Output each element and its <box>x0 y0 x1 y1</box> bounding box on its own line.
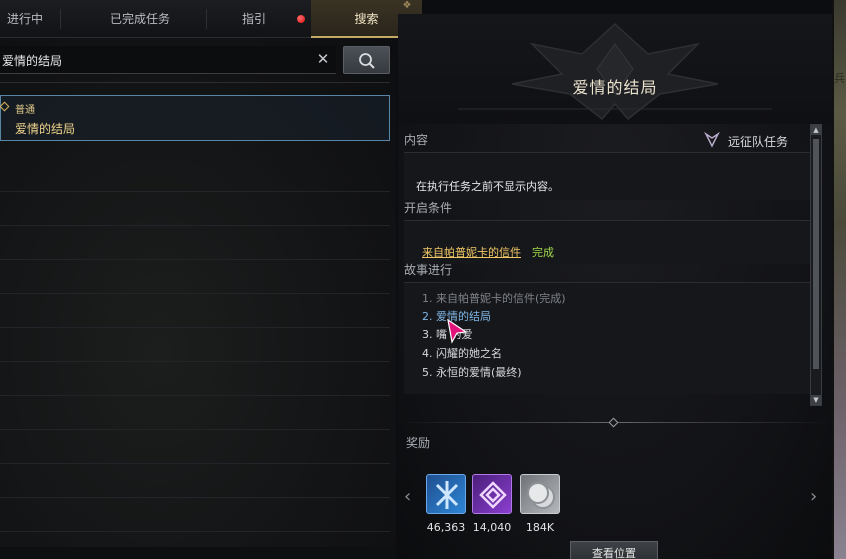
story-section: 故事进行 <box>404 261 812 278</box>
blue-skill-icon[interactable] <box>426 474 466 514</box>
close-icon[interactable]: ✕ <box>313 49 333 69</box>
search-button[interactable] <box>343 46 390 74</box>
divider <box>0 225 390 226</box>
condition-section: 开启条件 <box>404 199 812 216</box>
tab-divider <box>206 9 207 29</box>
search-input-value: 爱情的结局 <box>2 54 63 68</box>
diamond-icon <box>608 417 619 428</box>
reward-value: 46,363 <box>426 521 466 534</box>
tab-divider <box>60 9 61 29</box>
divider <box>0 191 390 192</box>
divider <box>0 361 390 362</box>
purple-skill-icon[interactable] <box>472 474 512 514</box>
silver-coin-icon[interactable] <box>520 474 560 514</box>
divider <box>0 463 390 464</box>
scroll-down-icon[interactable]: ▼ <box>811 395 821 405</box>
ornament-icon: ❖ <box>402 0 412 11</box>
reward-value: 14,040 <box>472 521 512 534</box>
divider <box>0 259 390 260</box>
chevron-left-icon[interactable]: ‹ <box>404 486 411 507</box>
notification-dot-icon <box>297 15 305 23</box>
diamond-icon <box>0 101 10 112</box>
quest-list-panel: 爱情的结局 ✕ 普通 爱情的结局 <box>0 38 396 559</box>
reward-label: 奖励 <box>406 436 431 450</box>
quest-banner: 爱情的结局 <box>398 14 832 124</box>
content-text: 在执行任务之前不显示内容。 <box>416 180 559 193</box>
story-label: 故事进行 <box>404 263 453 277</box>
divider <box>0 82 390 83</box>
chevron-right-icon[interactable]: › <box>810 486 817 507</box>
search-icon <box>359 53 375 69</box>
story-item: 4. 闪耀的她之名 <box>422 347 502 360</box>
result-title: 爱情的结局 <box>15 122 76 136</box>
divider <box>0 395 390 396</box>
search-input[interactable]: 爱情的结局 ✕ <box>0 46 336 74</box>
divider <box>0 531 390 532</box>
cursor-icon <box>447 318 468 344</box>
reward-value: 184K <box>525 521 555 534</box>
emblem-icon <box>398 14 832 124</box>
scroll-thumb[interactable] <box>813 139 819 369</box>
scroll-up-icon[interactable]: ▲ <box>811 125 821 135</box>
divider <box>0 497 390 498</box>
expedition-label: 远征队任务 <box>728 135 789 149</box>
condition-label: 开启条件 <box>404 201 453 215</box>
panel-footer <box>0 547 396 559</box>
search-row: 爱情的结局 ✕ <box>0 46 396 74</box>
story-item: 1. 来自帕普妮卡的信件(完成) <box>422 292 566 305</box>
tab-in-progress[interactable]: 进行中 <box>0 0 50 38</box>
tab-bar: 进行中 已完成任务 指引 搜索 ❖ <box>0 0 422 38</box>
story-item: 5. 永恒的爱情(最终) <box>422 366 522 379</box>
quest-title: 爱情的结局 <box>572 78 658 97</box>
list-item[interactable]: 普通 爱情的结局 <box>0 95 390 141</box>
quest-detail-panel: 爱情的结局 内容 远征队任务 在执行任务之前不显示内容。 开启条件 来自帕普妮卡… <box>398 14 832 559</box>
condition-status: 完成 <box>532 246 554 259</box>
content-label: 内容 <box>404 133 429 147</box>
divider <box>0 327 390 328</box>
condition-quest-link[interactable]: 来自帕普妮卡的信件 <box>422 244 521 260</box>
detail-scrollbar[interactable]: ▲ ▼ <box>810 124 822 406</box>
tab-guide[interactable]: 指引 <box>222 0 286 38</box>
result-category: 普通 <box>15 105 35 116</box>
divider <box>0 429 390 430</box>
divider <box>0 293 390 294</box>
expedition-icon <box>704 131 720 151</box>
view-location-button[interactable]: 查看位置 <box>570 541 658 559</box>
tab-completed[interactable]: 已完成任务 <box>80 0 200 38</box>
side-strip-text: 兵 <box>834 72 845 85</box>
